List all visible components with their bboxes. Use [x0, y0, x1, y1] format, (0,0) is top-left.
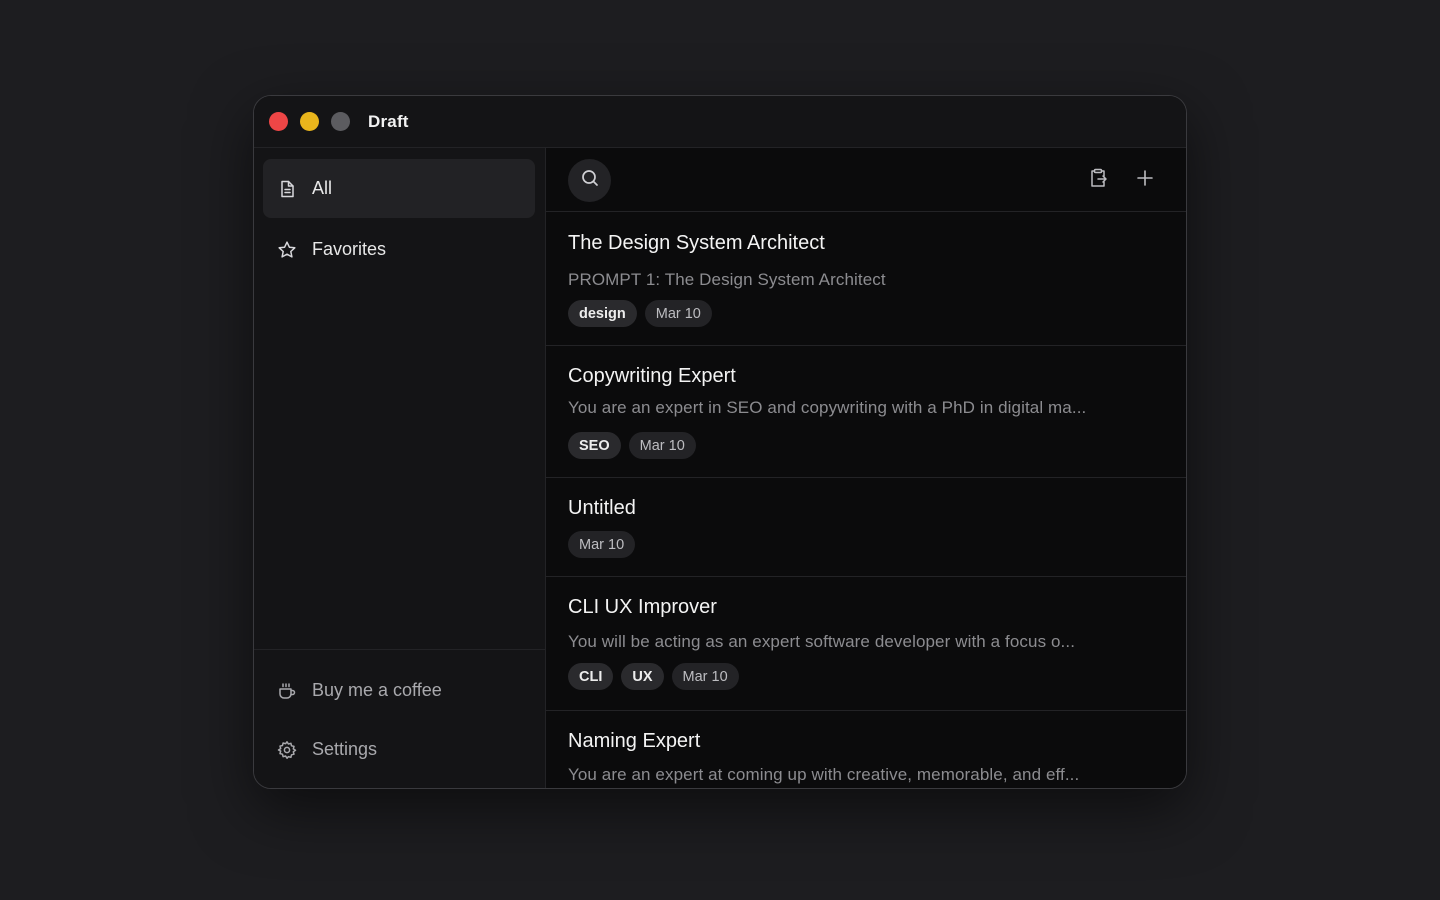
prompt-card[interactable]: Naming Expert You are an expert at comin… [546, 711, 1186, 788]
prompt-tags: design Mar 10 [568, 300, 712, 327]
sidebar-item-label: Favorites [312, 239, 387, 259]
prompt-card[interactable]: CLI UX Improver You will be acting as an… [546, 577, 1186, 711]
prompt-preview: PROMPT 1: The Design System Architect [568, 270, 886, 289]
add-prompt-button[interactable] [1131, 166, 1159, 194]
window-controls [269, 112, 350, 131]
sidebar-divider [254, 649, 545, 650]
prompt-preview: You are an expert in SEO and copywriting… [568, 398, 1087, 417]
plus-icon [1135, 168, 1155, 193]
prompt-card[interactable]: The Design System Architect PROMPT 1: Th… [546, 212, 1186, 346]
prompt-preview: You will be acting as an expert software… [568, 632, 1076, 651]
prompt-title: The Design System Architect [568, 232, 825, 254]
date-badge: Mar 10 [628, 432, 696, 459]
close-window-button[interactable] [269, 112, 288, 131]
date-badge: Mar 10 [644, 300, 712, 327]
prompt-list-pane: The Design System Architect PROMPT 1: Th… [546, 148, 1186, 788]
tag-badge[interactable]: UX [621, 663, 664, 690]
settings-link[interactable]: Settings [263, 720, 535, 779]
date-badge: Mar 10 [671, 663, 739, 690]
star-icon [277, 240, 297, 260]
prompt-title: Naming Expert [568, 730, 701, 752]
prompt-preview: You are an expert at coming up with crea… [568, 765, 1080, 784]
date-badge: Mar 10 [568, 531, 636, 558]
settings-label: Settings [312, 739, 378, 759]
zoom-window-button[interactable] [331, 112, 350, 131]
minimize-window-button[interactable] [300, 112, 319, 131]
tag-badge[interactable]: CLI [568, 663, 614, 690]
buy-coffee-label: Buy me a coffee [312, 680, 442, 700]
search-button[interactable] [568, 159, 611, 202]
prompt-title: Copywriting Expert [568, 365, 736, 387]
title-bar: Draft [254, 96, 1186, 148]
app-window: Draft All Favorites Buy me a coffee Sett… [253, 95, 1187, 789]
prompt-tags: Mar 10 [568, 531, 636, 558]
tag-badge[interactable]: design [568, 300, 637, 327]
app-title: Draft [368, 111, 409, 131]
paste-prompt-button[interactable] [1084, 166, 1112, 194]
prompt-card[interactable]: Copywriting Expert You are an expert in … [546, 346, 1186, 478]
sidebar-item-all[interactable]: All [263, 159, 535, 218]
prompt-card[interactable]: Untitled Mar 10 [546, 478, 1186, 577]
sidebar: All Favorites Buy me a coffee Settings [254, 148, 546, 788]
gear-icon [277, 740, 297, 760]
document-icon [277, 179, 297, 199]
sidebar-item-favorites[interactable]: Favorites [263, 220, 535, 279]
search-icon [580, 168, 600, 193]
toolbar [546, 148, 1186, 212]
prompt-title: CLI UX Improver [568, 596, 717, 618]
prompt-tags: CLI UX Mar 10 [568, 663, 739, 690]
buy-coffee-link[interactable]: Buy me a coffee [263, 661, 535, 720]
clipboard-paste-icon [1087, 167, 1109, 194]
tag-badge[interactable]: SEO [568, 432, 621, 459]
prompt-tags: SEO Mar 10 [568, 432, 696, 459]
coffee-icon [277, 681, 297, 701]
prompt-title: Untitled [568, 497, 636, 519]
sidebar-item-label: All [312, 178, 333, 198]
